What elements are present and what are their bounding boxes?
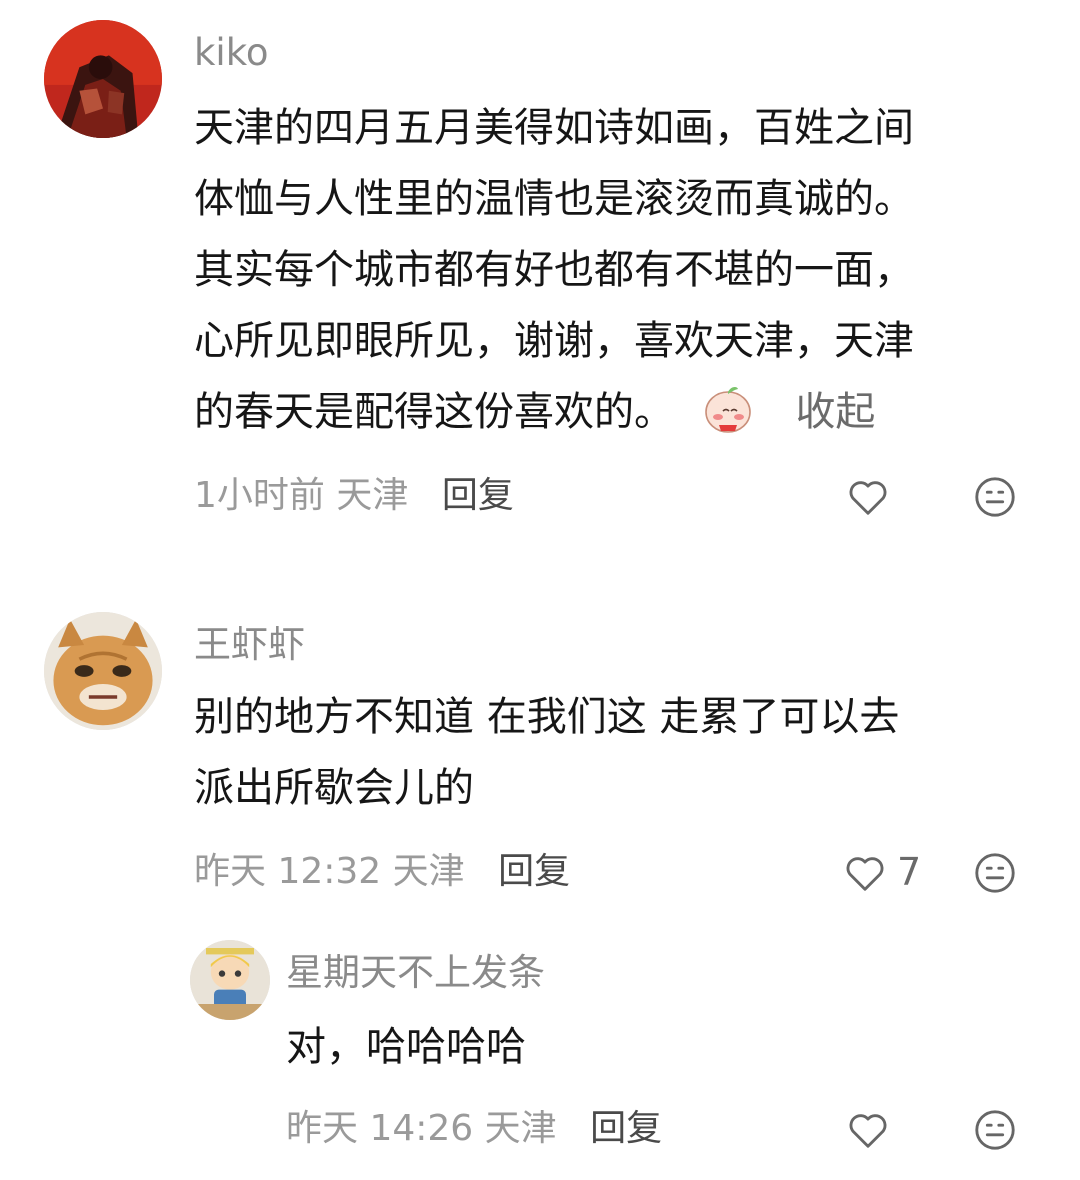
comment-line: 体恤与人性里的温情也是滚烫而真诚的。 (194, 176, 914, 222)
reply-button[interactable]: 回复 (442, 475, 514, 516)
avatar-image (190, 940, 270, 1020)
heart-outline-icon[interactable] (845, 1107, 891, 1153)
comment-meta: 昨天 12:32 天津 回复 (194, 850, 570, 894)
avatar[interactable] (44, 20, 162, 138)
comment-location: 天津 (484, 1108, 557, 1149)
neutral-face-icon[interactable] (972, 1107, 1018, 1153)
comment-line: 别的地方不知道 在我们这 走累了可以去 (194, 694, 900, 740)
comment-line: 对，哈哈哈哈 (286, 1024, 526, 1070)
comment-content: 对，哈哈哈哈 (286, 1012, 526, 1083)
comment-content: 天津的四月五月美得如诗如画，百姓之间 体恤与人性里的温情也是滚烫而真诚的。 其实… (194, 93, 914, 448)
collapse-link[interactable]: 收起 (795, 389, 875, 435)
reply-button[interactable]: 回复 (498, 851, 570, 892)
heart-outline-icon[interactable] (842, 850, 888, 896)
heart-outline-icon[interactable] (845, 474, 891, 520)
username[interactable]: kiko (194, 31, 268, 75)
comment-location: 天津 (336, 475, 409, 516)
username[interactable]: 王虾虾 (194, 623, 305, 667)
neutral-face-icon[interactable] (972, 474, 1018, 520)
comment-content: 别的地方不知道 在我们这 走累了可以去 派出所歇会儿的 (194, 682, 899, 824)
username[interactable]: 星期天不上发条 (286, 951, 545, 995)
blushing-peach-emoji (701, 381, 755, 435)
comment-time: 昨天 14:26 (286, 1108, 474, 1149)
avatar-image (44, 20, 162, 138)
comment-time: 1小时前 (194, 475, 325, 516)
comment-line: 其实每个城市都有好也都有不堪的一面， (194, 247, 914, 293)
comment-location: 天津 (392, 851, 465, 892)
comment-line: 的春天是配得这份喜欢的。 (194, 389, 674, 435)
comment-time: 昨天 12:32 (194, 851, 382, 892)
neutral-face-icon[interactable] (972, 850, 1018, 896)
avatar[interactable] (44, 612, 162, 730)
comment-line: 天津的四月五月美得如诗如画，百姓之间 (194, 105, 914, 151)
reply-button[interactable]: 回复 (590, 1108, 662, 1149)
avatar[interactable] (190, 940, 270, 1020)
avatar-image (44, 612, 162, 730)
comment-meta: 1小时前 天津 回复 (194, 474, 514, 518)
comment-line-last: 的春天是配得这份喜欢的。 收起 (194, 377, 914, 448)
comment-line: 派出所歇会儿的 (194, 765, 474, 811)
comment-meta: 昨天 14:26 天津 回复 (286, 1107, 662, 1151)
comment-line: 心所见即眼所见，谢谢，喜欢天津，天津 (194, 318, 914, 364)
like-count: 7 (897, 850, 922, 894)
